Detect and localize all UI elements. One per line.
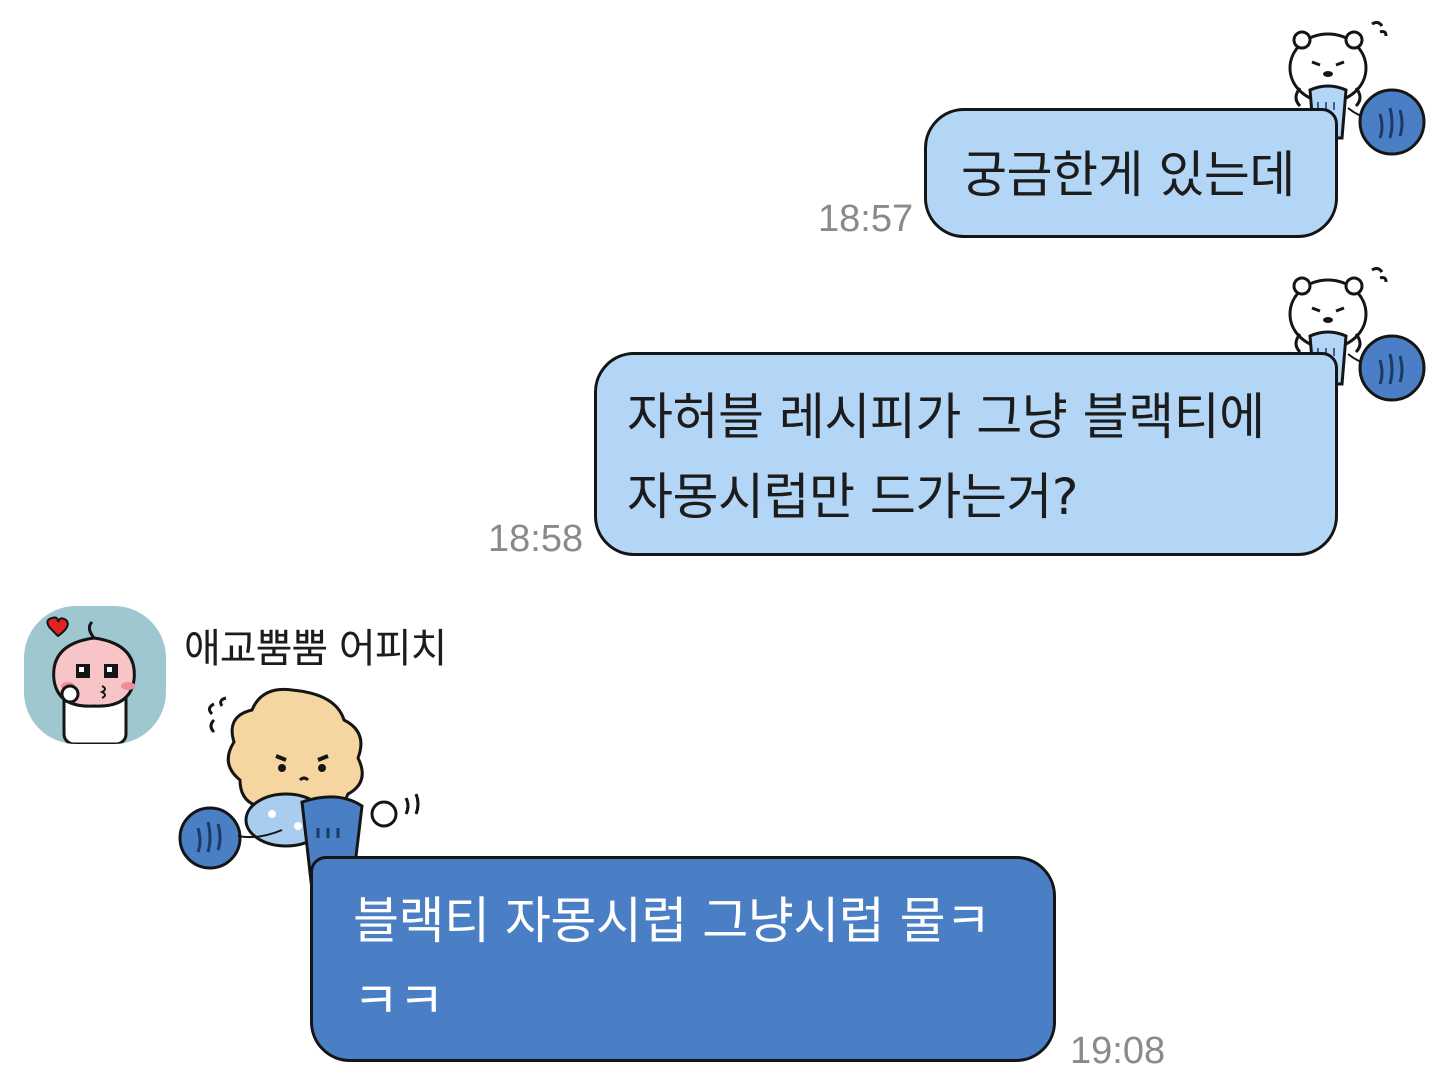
message-timestamp: 18:57 — [818, 198, 914, 240]
sender-name: 애교뿜뿜 어피치 — [184, 626, 447, 672]
apeach-avatar-icon[interactable] — [24, 606, 166, 744]
message-bubble[interactable]: 궁금한게 있는데 — [924, 108, 1338, 238]
message-timestamp: 18:58 — [488, 518, 584, 560]
message-bubble[interactable]: 블랙티 자몽시럽 그냥시럽 물ㅋ ㅋㅋ — [310, 856, 1056, 1062]
message-bubble[interactable]: 자허블 레시피가 그냥 블랙티에 자몽시럽만 드가는거? — [594, 352, 1338, 556]
message-row-incoming: 애교뿜뿜 어피치 블랙티 자몽시럽 그냥시럽 물ㅋ ㅋㅋ 19:08 — [0, 590, 1440, 1090]
message-row-outgoing-2: 자허블 레시피가 그냥 블랙티에 자몽시럽만 드가는거? 18:58 — [0, 250, 1440, 570]
message-row-outgoing-1: 궁금한게 있는데 18:57 — [0, 0, 1440, 250]
message-timestamp: 19:08 — [1070, 1030, 1166, 1072]
